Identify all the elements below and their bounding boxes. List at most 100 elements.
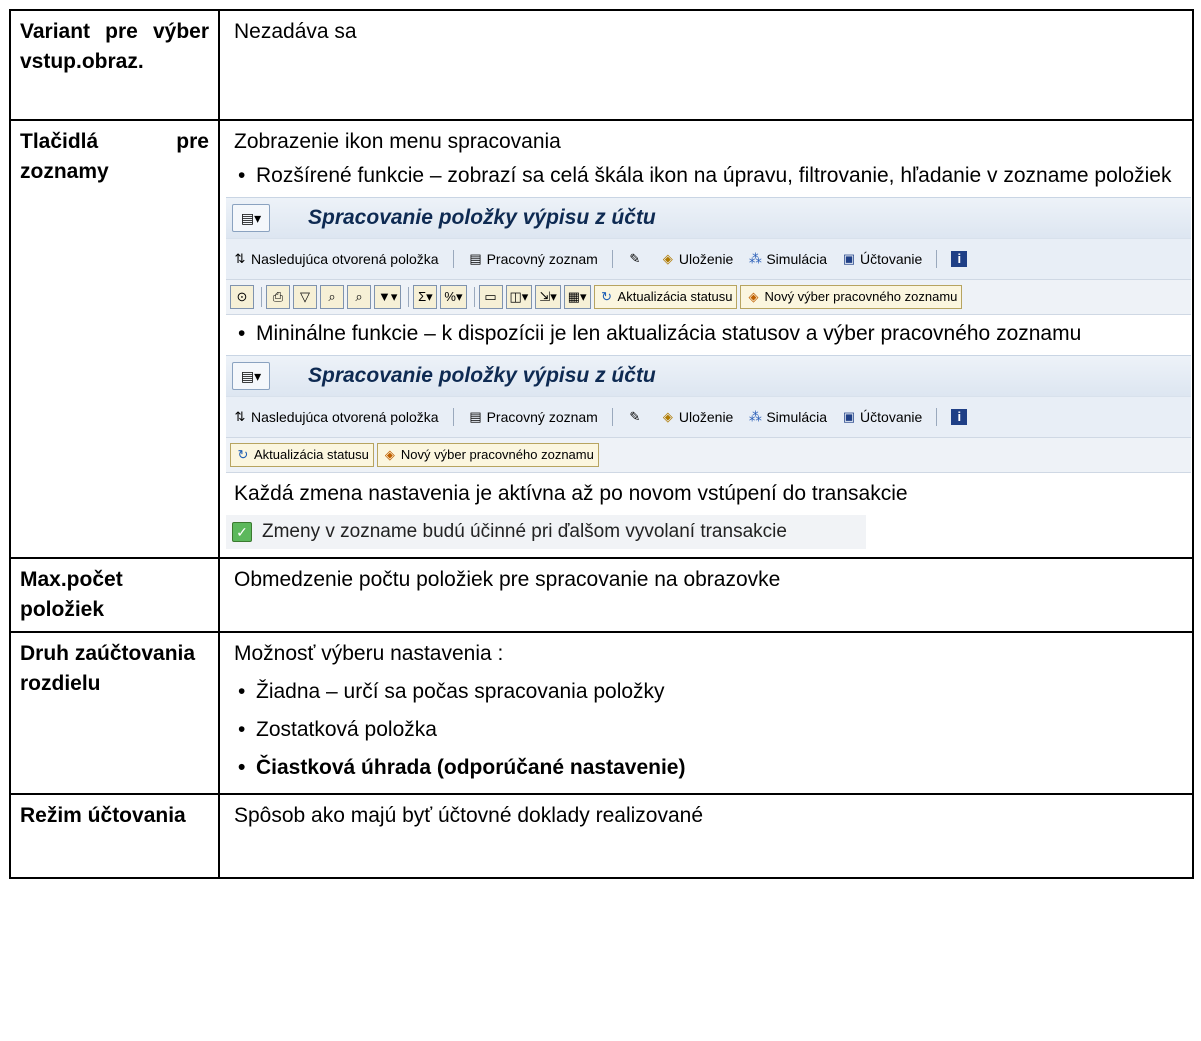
- separator: [452, 250, 454, 268]
- new-selection-button[interactable]: ◈ Nový výber pracovného zoznamu: [376, 443, 599, 467]
- row-value: Nezadáva sa: [218, 9, 1194, 121]
- next-item-button[interactable]: ⇅ Nasledujúca otvorená položka: [232, 402, 439, 432]
- post-button[interactable]: ▣ Účtovanie: [841, 244, 922, 274]
- pencil-icon: ✎: [629, 409, 641, 424]
- post-label: Účtovanie: [860, 251, 923, 267]
- row-label: Druh zaúčtovania rozdielu: [9, 631, 220, 795]
- row-value: Spôsob ako majú byť účtovné doklady real…: [218, 793, 1194, 879]
- refresh-icon: ↻: [237, 447, 249, 462]
- row-label: Režim účtovania: [9, 793, 220, 879]
- next-item-icon: ⇅: [234, 409, 246, 424]
- checkbox-row[interactable]: ✓ Zmeny v zozname budú účinné pri ďalšom…: [226, 515, 866, 549]
- next-item-label: Nasledujúca otvorená položka: [251, 251, 439, 267]
- simulate-icon: ⁂: [748, 409, 762, 424]
- sap-screenshot-extended: ▤▾ Spracovanie položky výpisu z účtu ⇅ Na…: [226, 197, 1191, 315]
- subtotal-icon[interactable]: %▾: [440, 285, 467, 309]
- post-button[interactable]: ▣ Účtovanie: [841, 402, 922, 432]
- sum-icon[interactable]: Σ▾: [413, 285, 438, 309]
- next-item-button[interactable]: ⇅ Nasledujúca otvorená položka: [232, 244, 439, 274]
- new-selection-label: Nový výber pracovného zoznamu: [764, 289, 958, 304]
- value-intro: Zobrazenie ikon menu spracovania: [234, 130, 561, 153]
- save-icon: ◈: [662, 251, 673, 266]
- disk-icon: ▣: [842, 409, 856, 424]
- post-label: Účtovanie: [860, 409, 923, 425]
- selection-icon: ◈: [748, 289, 759, 304]
- details-icon[interactable]: ⊙: [230, 285, 254, 309]
- selection-icon: ◈: [384, 447, 395, 462]
- separator: [936, 408, 938, 426]
- status-update-button[interactable]: ↻ Aktualizácia statusu: [593, 285, 738, 309]
- filter-icon[interactable]: ▽: [293, 285, 317, 309]
- sap-appbar: ⇅ Nasledujúca otvorená položka ▤ Pracovný …: [226, 238, 1191, 279]
- simulate-button[interactable]: ⁂ Simulácia: [747, 244, 827, 274]
- option-item: Zostatková položka: [234, 715, 1178, 745]
- edit-button[interactable]: ✎: [627, 409, 646, 425]
- row-value: Obmedzenie počtu položiek pre spracovani…: [218, 557, 1194, 633]
- worklist-label: Pracovný zoznam: [486, 409, 598, 425]
- save-label: Uloženie: [678, 409, 734, 425]
- value-text: Nezadáva sa: [234, 20, 357, 43]
- row-label: Variant pre výber vstup.obraz.: [9, 9, 220, 121]
- simulate-icon: ⁂: [748, 251, 762, 266]
- new-selection-button[interactable]: ◈ Nový výber pracovného zoznamu: [740, 285, 963, 309]
- find-next-icon[interactable]: ⌕: [347, 285, 371, 309]
- save-button[interactable]: ◈ Uloženie: [660, 402, 733, 432]
- row-label: Max.počet položiek: [9, 557, 220, 633]
- table-row: Variant pre výber vstup.obraz. Nezadáva …: [9, 9, 1194, 121]
- separator: [936, 250, 938, 268]
- separator: [611, 408, 613, 426]
- info-button[interactable]: i: [951, 409, 970, 425]
- worklist-label: Pracovný zoznam: [486, 251, 598, 267]
- export-icon[interactable]: ⇲▾: [535, 285, 561, 309]
- views-icon[interactable]: ◫▾: [505, 285, 533, 309]
- menu-icon[interactable]: ▤▾: [232, 204, 270, 232]
- refresh-icon: ↻: [601, 289, 612, 304]
- sap-title: Spracovanie položky výpisu z účtu: [308, 364, 656, 387]
- checkbox-label: Zmeny v zozname budú účinné pri ďalšom v…: [262, 521, 787, 542]
- separator: [452, 408, 454, 426]
- list-icon: ▤: [469, 409, 482, 424]
- status-update-button[interactable]: ↻ Aktualizácia statusu: [230, 443, 374, 467]
- note-text: Každá zmena nastavenia je aktívna až po …: [234, 482, 908, 505]
- simulate-button[interactable]: ⁂ Simulácia: [747, 402, 827, 432]
- value-text: Obmedzenie počtu položiek pre spracovani…: [234, 568, 781, 591]
- sap-alv-toolbar: ↻ Aktualizácia statusu ◈ Nový výber pracov…: [226, 437, 1191, 473]
- sap-titlebar: ▤▾ Spracovanie položky výpisu z účtu: [226, 197, 1191, 238]
- simulate-label: Simulácia: [766, 409, 828, 425]
- next-item-label: Nasledujúca otvorená položka: [251, 409, 439, 425]
- info-icon: i: [951, 251, 968, 267]
- status-update-label: Aktualizácia statusu: [617, 289, 733, 304]
- worklist-button[interactable]: ▤ Pracovný zoznam: [468, 244, 598, 274]
- settings-table: Variant pre výber vstup.obraz. Nezadáva …: [9, 9, 1194, 879]
- worklist-button[interactable]: ▤ Pracovný zoznam: [468, 402, 598, 432]
- table-row: Druh zaúčtovania rozdielu Možnosť výberu…: [9, 631, 1194, 795]
- sap-alv-toolbar: ⊙ ⎙ ▽ ⌕ ⌕ ▼▾ Σ▾ %▾ ▭ ◫▾ ⇲▾ ▦▾ ↻ Aktualizá…: [226, 279, 1191, 315]
- list-icon: ▤: [469, 251, 482, 266]
- separator: [611, 250, 613, 268]
- value-text: Spôsob ako majú byť účtovné doklady real…: [234, 804, 703, 827]
- value-intro: Možnosť výberu nastavenia :: [234, 642, 504, 665]
- row-value: Možnosť výberu nastavenia : Žiadna – urč…: [218, 631, 1194, 795]
- sap-screenshot-minimal: ▤▾ Spracovanie položky výpisu z účtu ⇅ Na…: [226, 355, 1191, 473]
- table-row: Režim účtovania Spôsob ako majú byť účto…: [9, 793, 1194, 879]
- sap-appbar: ⇅ Nasledujúca otvorená položka ▤ Pracovný …: [226, 396, 1191, 437]
- separator: [473, 287, 475, 307]
- print-icon[interactable]: ⎙: [266, 285, 290, 309]
- edit-button[interactable]: ✎: [627, 251, 646, 267]
- layout-icon[interactable]: ▦▾: [563, 285, 591, 309]
- status-update-label: Aktualizácia statusu: [254, 447, 369, 462]
- option-item-recommended: Čiastková úhrada (odporúčané nastavenie): [234, 753, 1178, 783]
- disk-icon: ▣: [842, 251, 856, 266]
- info-button[interactable]: i: [951, 251, 970, 267]
- save-button[interactable]: ◈ Uloženie: [660, 244, 733, 274]
- separator: [408, 287, 410, 307]
- find-icon[interactable]: ⌕: [320, 285, 344, 309]
- sap-titlebar: ▤▾ Spracovanie položky výpisu z účtu: [226, 355, 1191, 396]
- menu-icon[interactable]: ▤▾: [232, 362, 270, 390]
- bullet-minimal: Mininálne funkcie – k dispozícii je len …: [234, 319, 1178, 349]
- checkbox-checked-icon[interactable]: ✓: [232, 522, 252, 542]
- print-preview-icon[interactable]: ▭: [478, 285, 503, 309]
- sap-title: Spracovanie položky výpisu z účtu: [308, 206, 656, 229]
- set-filter-icon[interactable]: ▼▾: [374, 285, 402, 309]
- save-label: Uloženie: [678, 251, 734, 267]
